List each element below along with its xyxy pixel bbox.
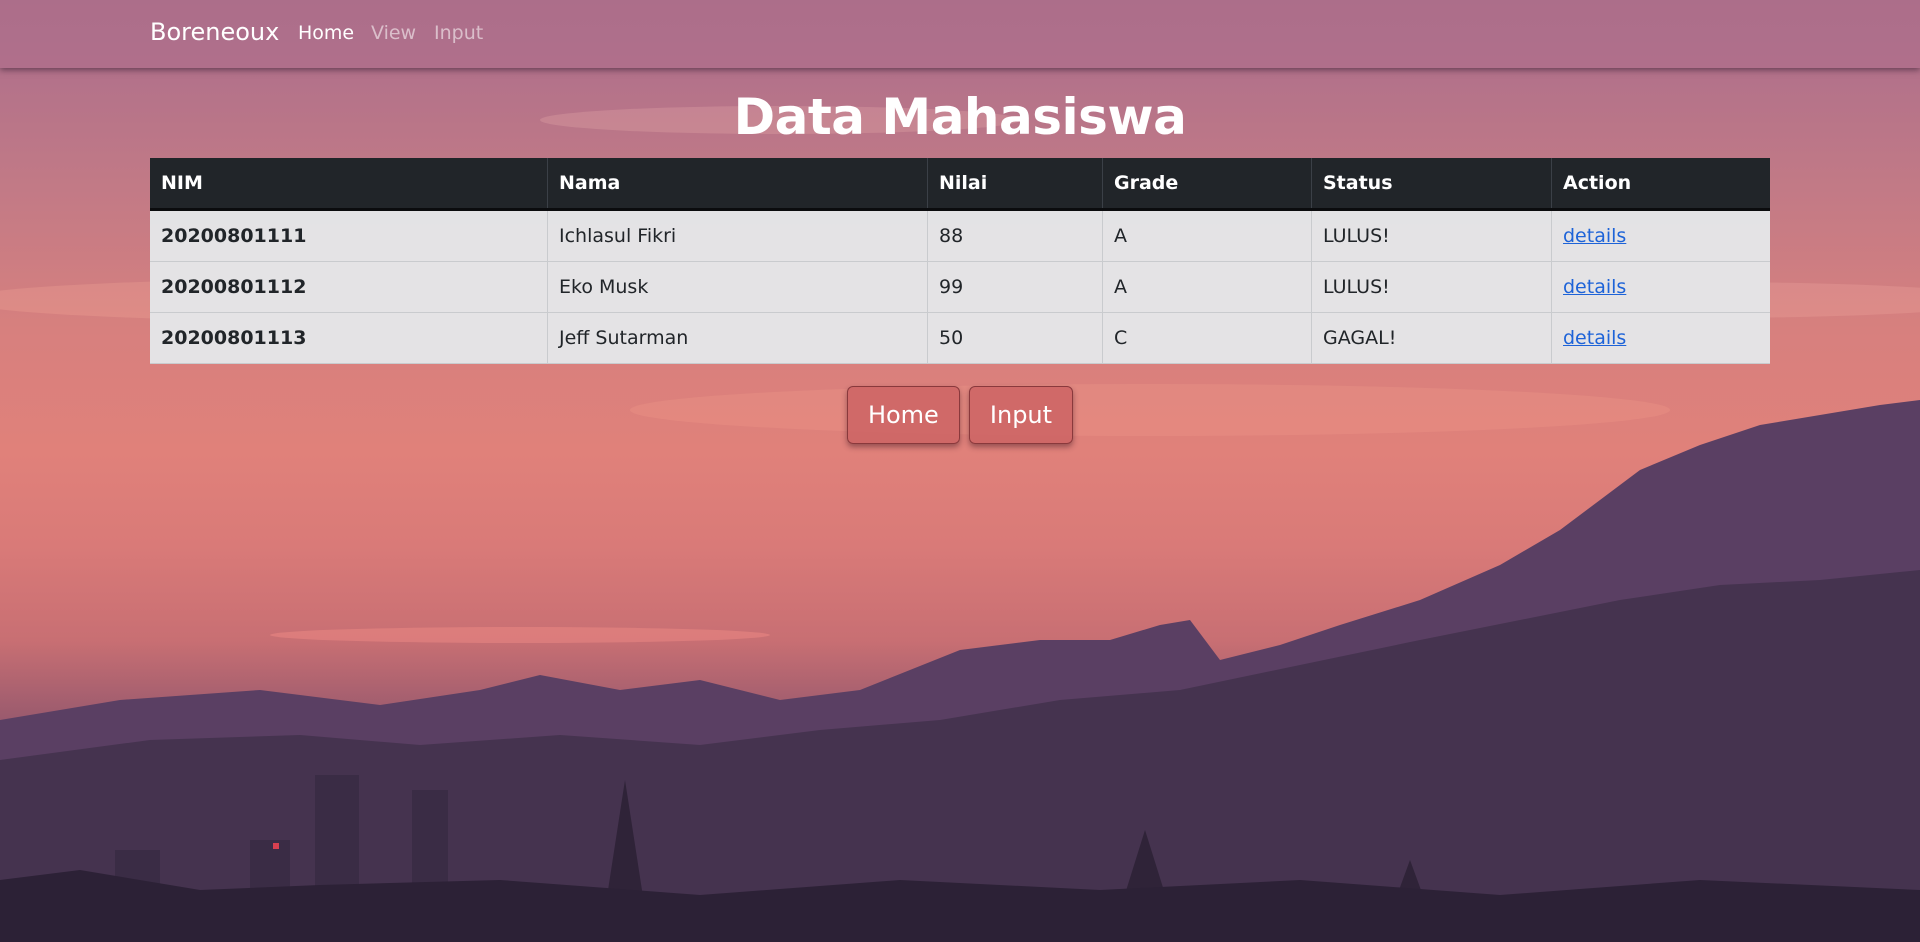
nav-link-input[interactable]: Input — [434, 22, 483, 44]
column-header-action: Action — [1551, 158, 1770, 211]
table-header: NIM Nama Nilai Grade Status Action — [150, 158, 1770, 211]
nav-link-view[interactable]: View — [371, 22, 416, 44]
student-table: NIM Nama Nilai Grade Status Action 20200… — [150, 158, 1770, 364]
cell-grade: C — [1102, 312, 1312, 364]
cell-nama: Jeff Sutarman — [547, 312, 928, 364]
button-group: Home Input — [0, 386, 1920, 444]
details-link[interactable]: details — [1563, 225, 1626, 247]
cell-nim: 20200801112 — [150, 261, 548, 313]
cell-nama: Ichlasul Fikri — [547, 209, 928, 262]
home-button[interactable]: Home — [846, 386, 960, 444]
column-header-grade: Grade — [1102, 158, 1312, 211]
column-header-nim: NIM — [150, 158, 548, 211]
cell-nilai: 99 — [927, 261, 1103, 313]
cell-action: details — [1551, 261, 1770, 313]
cell-grade: A — [1102, 261, 1312, 313]
cell-nilai: 50 — [927, 312, 1103, 364]
page-title: Data Mahasiswa — [733, 88, 1187, 146]
cell-status: LULUS! — [1311, 261, 1552, 313]
table-body: 20200801111 Ichlasul Fikri 88 A LULUS! d… — [150, 209, 1770, 364]
brand-link[interactable]: Boreneoux — [150, 18, 279, 46]
nav-link-home[interactable]: Home — [298, 22, 354, 44]
cell-grade: A — [1102, 209, 1312, 262]
column-header-nilai: Nilai — [927, 158, 1103, 211]
cell-nama: Eko Musk — [547, 261, 928, 313]
table-row: 20200801113 Jeff Sutarman 50 C GAGAL! de… — [150, 312, 1770, 364]
table-header-row: NIM Nama Nilai Grade Status Action — [150, 158, 1770, 211]
cell-nilai: 88 — [927, 209, 1103, 262]
navbar: Boreneoux Home View Input — [0, 0, 1920, 68]
cell-nim: 20200801113 — [150, 312, 548, 364]
cell-status: GAGAL! — [1311, 312, 1552, 364]
details-link[interactable]: details — [1563, 327, 1626, 349]
table-row: 20200801111 Ichlasul Fikri 88 A LULUS! d… — [150, 209, 1770, 262]
cell-status: LULUS! — [1311, 209, 1552, 262]
details-link[interactable]: details — [1563, 276, 1626, 298]
input-button[interactable]: Input — [968, 386, 1074, 444]
column-header-nama: Nama — [547, 158, 928, 211]
column-header-status: Status — [1311, 158, 1552, 211]
cell-action: details — [1551, 312, 1770, 364]
table-row: 20200801112 Eko Musk 99 A LULUS! details — [150, 261, 1770, 313]
cell-nim: 20200801111 — [150, 209, 548, 262]
cell-action: details — [1551, 209, 1770, 262]
